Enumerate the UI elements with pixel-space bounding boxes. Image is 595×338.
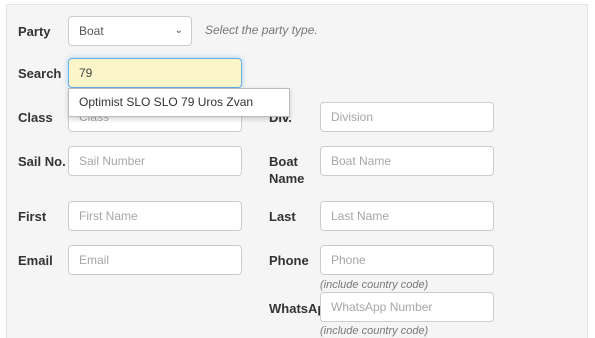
email-label: Email [18,253,53,268]
sail-number-label: Sail No. [18,154,66,169]
last-name-label: Last [269,209,296,224]
whatsapp-input[interactable] [320,292,494,322]
class-label: Class [18,110,53,125]
whatsapp-help-text: (include country code) [320,325,429,337]
phone-help-text: (include country code) [320,279,429,291]
email-input[interactable] [68,245,242,275]
search-autocomplete-dropdown: Optimist SLO SLO 79 Uros Zvan [68,88,290,117]
phone-label: Phone [269,253,309,268]
party-select-value: Boat [79,24,104,38]
search-input[interactable] [68,58,242,88]
chevron-down-icon: ⌄ [174,25,183,36]
first-name-input[interactable] [68,201,242,231]
sail-number-input[interactable] [68,146,242,176]
party-select[interactable]: Boat ⌄ [68,16,192,46]
boat-name-input[interactable] [320,146,494,176]
autocomplete-option[interactable]: Optimist SLO SLO 79 Uros Zvan [69,89,289,109]
boat-name-label-line1: Boat [269,154,298,169]
first-name-label: First [18,209,47,224]
division-input[interactable] [320,102,494,132]
search-label: Search [18,66,62,81]
party-help-text: Select the party type. [205,23,318,37]
boat-name-label-line2: Name [269,171,305,186]
party-label: Party [18,24,51,39]
last-name-input[interactable] [320,201,494,231]
phone-input[interactable] [320,245,494,275]
